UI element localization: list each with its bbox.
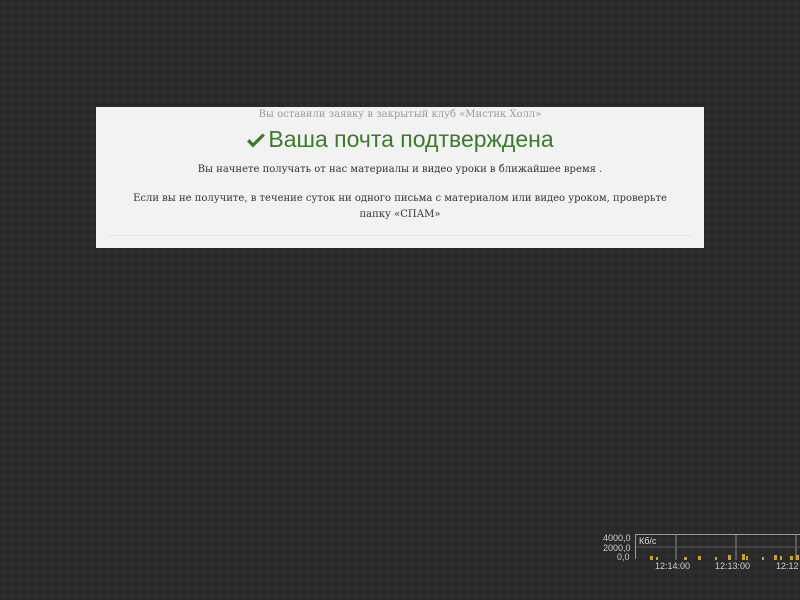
confirmation-dialog: Вы оставили заявку в закрытый клуб «Мист…	[96, 107, 704, 248]
speed-bar	[698, 556, 701, 560]
speed-bar	[684, 557, 687, 560]
speed-bar	[656, 557, 658, 560]
dialog-title-row: Ваша почта подтверждена	[96, 125, 704, 155]
speed-unit-label: Кб/с	[639, 536, 657, 546]
dialog-title: Ваша почта подтверждена	[268, 126, 554, 152]
speed-bars	[650, 554, 799, 560]
speed-bar	[715, 557, 717, 560]
speed-bar	[746, 556, 748, 560]
y-tick-label: 4000,0	[603, 533, 631, 543]
speed-bar	[774, 555, 777, 560]
speed-graph-canvas	[636, 535, 800, 560]
dialog-subtitle: Вы оставили заявку в закрытый клуб «Мист…	[258, 109, 542, 120]
network-speed-monitor: 4000,0 2000,0 0,0 Кб/с 12:14:00 12:13:00…	[596, 533, 800, 573]
time-label: 12:14:00	[655, 561, 691, 571]
check-icon	[246, 127, 266, 155]
speed-graph: Кб/с	[635, 534, 800, 560]
dialog-message: Вы начнете получать от нас материалы и в…	[197, 164, 603, 175]
dialog-spam-notice: Если вы не получите, в течение суток ни …	[133, 193, 667, 220]
speed-bar	[762, 557, 764, 560]
dialog-divider	[108, 235, 692, 236]
speed-bar	[650, 556, 653, 560]
speed-bar	[742, 554, 745, 560]
speed-bar	[728, 555, 731, 560]
speed-bar	[796, 555, 799, 560]
speed-bar	[790, 556, 793, 560]
speed-bar	[780, 556, 782, 560]
y-tick-label: 0,0	[617, 552, 630, 562]
time-label: 12:12	[776, 561, 799, 571]
time-label: 12:13:00	[715, 561, 751, 571]
